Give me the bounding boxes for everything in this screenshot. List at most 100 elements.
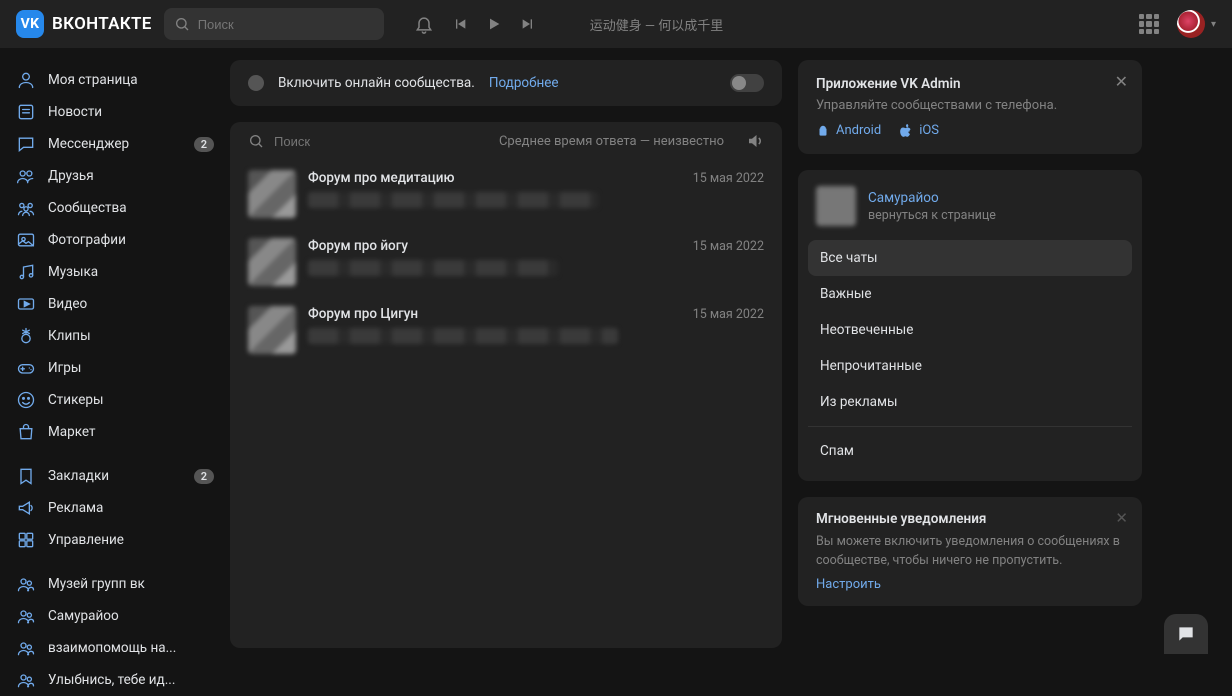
stickers-icon bbox=[16, 390, 36, 410]
photo-icon bbox=[16, 230, 36, 250]
chat-panel: Среднее время ответа — неизвестно Форум … bbox=[230, 122, 782, 648]
sidebar-item-label: Маркет bbox=[48, 424, 95, 440]
manage-icon bbox=[16, 530, 36, 550]
status-dot-icon bbox=[248, 75, 264, 91]
android-link[interactable]: Android bbox=[816, 123, 881, 138]
close-icon[interactable]: ✕ bbox=[1115, 509, 1128, 527]
search-icon bbox=[248, 133, 264, 149]
chat-list-item[interactable]: Форум про йогу 15 мая 2022 bbox=[230, 228, 782, 296]
filter-item-spam[interactable]: Спам bbox=[808, 433, 1132, 469]
ios-link[interactable]: iOS bbox=[899, 123, 939, 138]
chevron-down-icon: ▾ bbox=[1211, 19, 1216, 30]
notif-desc: Вы можете включить уведомления о сообщен… bbox=[816, 533, 1124, 571]
back-to-page-link[interactable]: вернуться к странице bbox=[868, 208, 996, 223]
next-track-icon[interactable] bbox=[520, 16, 536, 32]
news-icon bbox=[16, 102, 36, 122]
sidebar-item[interactable]: Управление bbox=[0, 524, 230, 556]
bell-icon[interactable] bbox=[414, 14, 434, 34]
global-search-input[interactable] bbox=[198, 17, 374, 32]
sidebar-item-label: Самурайоо bbox=[48, 608, 119, 624]
brand-text: ВКОНТАКТЕ bbox=[52, 14, 152, 34]
chat-list-item[interactable]: Форум про медитацию 15 мая 2022 bbox=[230, 160, 782, 228]
friends-icon bbox=[16, 166, 36, 186]
sidebar-item[interactable]: Сообщества bbox=[0, 192, 230, 224]
sidebar-item-label: Реклама bbox=[48, 500, 103, 516]
sidebar-item[interactable]: Стикеры bbox=[0, 384, 230, 416]
sidebar-item[interactable]: Закладки2 bbox=[0, 460, 230, 492]
bookmark-icon bbox=[16, 466, 36, 486]
chat-avatar bbox=[248, 170, 296, 218]
games-icon bbox=[16, 358, 36, 378]
chat-date: 15 мая 2022 bbox=[693, 307, 764, 322]
chat-list-item[interactable]: Форум про Цигун 15 мая 2022 bbox=[230, 296, 782, 364]
sidebar-item[interactable]: Маркет bbox=[0, 416, 230, 448]
apps-menu-icon[interactable] bbox=[1139, 14, 1159, 34]
filter-item[interactable]: Из рекламы bbox=[808, 384, 1132, 420]
sidebar-item[interactable]: Видео bbox=[0, 288, 230, 320]
chat-date: 15 мая 2022 bbox=[693, 239, 764, 254]
chat-search-input[interactable] bbox=[274, 134, 450, 149]
sidebar-item[interactable]: Моя страница bbox=[0, 64, 230, 96]
vk-admin-desc: Управляйте сообществами с телефона. bbox=[816, 98, 1124, 113]
prev-track-icon[interactable] bbox=[452, 16, 468, 32]
sidebar-item[interactable]: Самурайоо bbox=[0, 600, 230, 632]
sidebar-item[interactable]: Друзья bbox=[0, 160, 230, 192]
community-filter-panel: Самурайоо вернуться к странице Все чатыВ… bbox=[798, 170, 1142, 481]
sidebar-item[interactable]: Игры bbox=[0, 352, 230, 384]
community-icon bbox=[16, 198, 36, 218]
sidebar-item-label: Стикеры bbox=[48, 392, 103, 408]
chat-avatar bbox=[248, 306, 296, 354]
sidebar-item-label: Улыбнись, тебе ид... bbox=[48, 672, 175, 688]
profile-menu[interactable]: ▾ bbox=[1177, 10, 1216, 38]
chat-icon bbox=[16, 134, 36, 154]
sidebar-item[interactable]: Улыбнись, тебе ид... bbox=[0, 664, 230, 696]
top-bar: VK ВКОНТАКТЕ 运动健身 — 何以成千里 ▾ bbox=[0, 0, 1232, 48]
sidebar-item[interactable]: Музей групп вк bbox=[0, 568, 230, 600]
sidebar-item[interactable]: Клипы bbox=[0, 320, 230, 352]
chat-date: 15 мая 2022 bbox=[693, 171, 764, 186]
sidebar-badge: 2 bbox=[194, 469, 214, 484]
sidebar-item-label: Видео bbox=[48, 296, 87, 312]
online-banner-text: Включить онлайн сообщества. bbox=[278, 75, 475, 91]
logo[interactable]: VK ВКОНТАКТЕ bbox=[16, 10, 152, 38]
online-toggle[interactable] bbox=[730, 74, 764, 92]
filter-item[interactable]: Все чаты bbox=[808, 240, 1132, 276]
online-banner-link[interactable]: Подробнее bbox=[489, 75, 559, 91]
filter-item[interactable]: Непрочитанные bbox=[808, 348, 1132, 384]
volume-icon[interactable] bbox=[746, 132, 764, 150]
sidebar-item[interactable]: Музыка bbox=[0, 256, 230, 288]
chat-name: Форум про йогу bbox=[308, 238, 408, 254]
chat-bubble-icon bbox=[1176, 624, 1196, 644]
sidebar-item[interactable]: Фотографии bbox=[0, 224, 230, 256]
clips-icon bbox=[16, 326, 36, 346]
user-icon bbox=[16, 70, 36, 90]
avatar-icon bbox=[1177, 10, 1205, 38]
chat-preview bbox=[308, 328, 618, 344]
sidebar-item[interactable]: Новости bbox=[0, 96, 230, 128]
chat-avatar bbox=[248, 238, 296, 286]
video-icon bbox=[16, 294, 36, 314]
left-sidebar: Моя страницаНовостиМессенджер2 Друзья Сооб… bbox=[0, 48, 230, 660]
sidebar-item-label: Игры bbox=[48, 360, 81, 376]
global-search[interactable] bbox=[164, 8, 384, 40]
play-icon[interactable] bbox=[486, 16, 502, 32]
group-icon bbox=[16, 638, 36, 658]
notif-configure-link[interactable]: Настроить bbox=[816, 577, 881, 592]
community-name-link[interactable]: Самурайоо bbox=[868, 190, 996, 206]
chat-preview bbox=[308, 260, 558, 276]
now-playing-title[interactable]: 运动健身 — 何以成千里 bbox=[590, 15, 724, 34]
sidebar-item[interactable]: взаимопомощь на... bbox=[0, 632, 230, 664]
sidebar-item-label: Фотографии bbox=[48, 232, 126, 248]
close-icon[interactable]: ✕ bbox=[1115, 72, 1128, 91]
download-icon[interactable] bbox=[554, 18, 566, 30]
filter-item[interactable]: Неотвеченные bbox=[808, 312, 1132, 348]
online-banner: Включить онлайн сообщества. Подробнее bbox=[230, 60, 782, 106]
sidebar-item[interactable]: Реклама bbox=[0, 492, 230, 524]
chat-name: Форум про Цигун bbox=[308, 306, 418, 322]
chat-fab[interactable] bbox=[1164, 614, 1208, 654]
vk-admin-promo: ✕ Приложение VK Admin Управляйте сообщес… bbox=[798, 60, 1142, 154]
sidebar-item[interactable]: Мессенджер2 bbox=[0, 128, 230, 160]
response-time-text: Среднее время ответа — неизвестно bbox=[499, 134, 724, 149]
sidebar-item-label: Друзья bbox=[48, 168, 94, 184]
filter-item[interactable]: Важные bbox=[808, 276, 1132, 312]
